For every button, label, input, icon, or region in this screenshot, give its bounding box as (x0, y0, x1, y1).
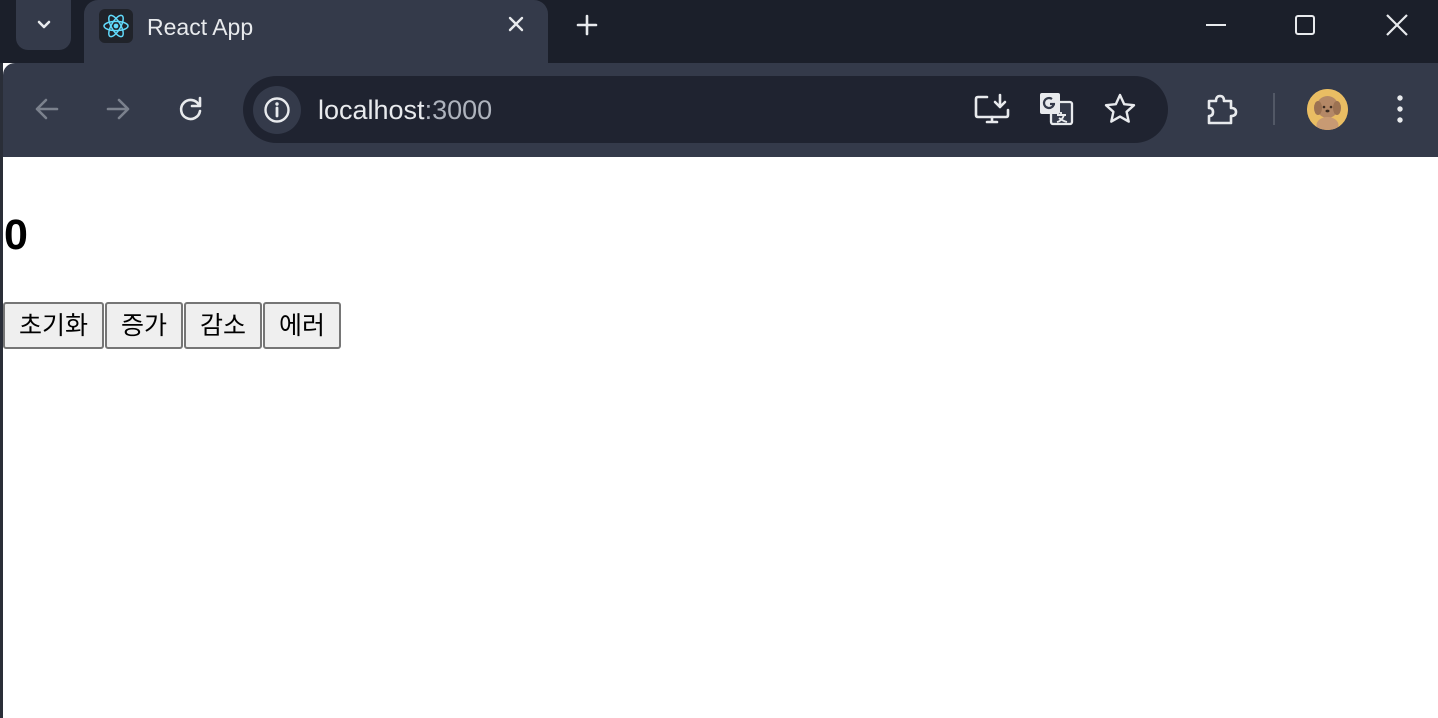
url-port: :3000 (424, 95, 493, 125)
back-button[interactable] (27, 89, 67, 129)
info-icon (264, 97, 290, 123)
extensions-button[interactable] (1201, 89, 1241, 129)
increase-button[interactable]: 증가 (105, 302, 184, 349)
tab-search-button[interactable] (16, 0, 71, 50)
profile-avatar[interactable] (1307, 89, 1348, 130)
translate-button[interactable] (1036, 89, 1076, 129)
browser-window: React App localhost:3000 0 초기화 증가 감소 에러 (0, 0, 1438, 718)
site-info-button[interactable] (253, 86, 301, 134)
error-button[interactable]: 에러 (263, 302, 342, 349)
tab-title: React App (147, 14, 254, 40)
toolbar-divider (1273, 93, 1275, 125)
arrow-right-icon (106, 98, 130, 120)
react-logo-icon (99, 9, 133, 43)
chevron-down-icon (37, 20, 50, 29)
menu-button[interactable] (1380, 89, 1420, 129)
counter-value: 0 (4, 211, 28, 259)
translate-icon (1040, 93, 1074, 126)
button-group: 초기화 증가 감소 에러 (3, 302, 342, 349)
tab-close-button[interactable] (500, 8, 532, 40)
address-bar-url[interactable]: localhost:3000 (318, 94, 492, 126)
page-content: 0 초기화 증가 감소 에러 (3, 157, 1438, 718)
forward-button[interactable] (98, 89, 138, 129)
more-vertical-icon (1397, 95, 1403, 123)
arrow-left-icon (35, 98, 59, 120)
reload-icon (179, 96, 202, 121)
bookmark-button[interactable] (1100, 89, 1140, 129)
install-app-icon (974, 93, 1010, 124)
install-app-button[interactable] (972, 89, 1012, 129)
url-host: localhost (318, 95, 425, 125)
minimize-button[interactable] (1171, 0, 1261, 50)
puppy-avatar-icon (1307, 89, 1348, 130)
minimize-icon (1206, 24, 1226, 26)
decrease-button[interactable]: 감소 (184, 302, 263, 349)
plus-icon (576, 14, 598, 36)
maximize-icon (1295, 15, 1315, 35)
reset-button[interactable]: 초기화 (3, 302, 105, 349)
star-icon (1104, 93, 1136, 123)
maximize-button[interactable] (1260, 0, 1350, 50)
new-tab-button[interactable] (570, 8, 604, 42)
close-icon (508, 16, 524, 32)
window-close-button[interactable] (1352, 0, 1438, 50)
reload-button[interactable] (171, 89, 211, 129)
puzzle-piece-icon (1207, 94, 1238, 125)
close-icon (1386, 14, 1408, 36)
